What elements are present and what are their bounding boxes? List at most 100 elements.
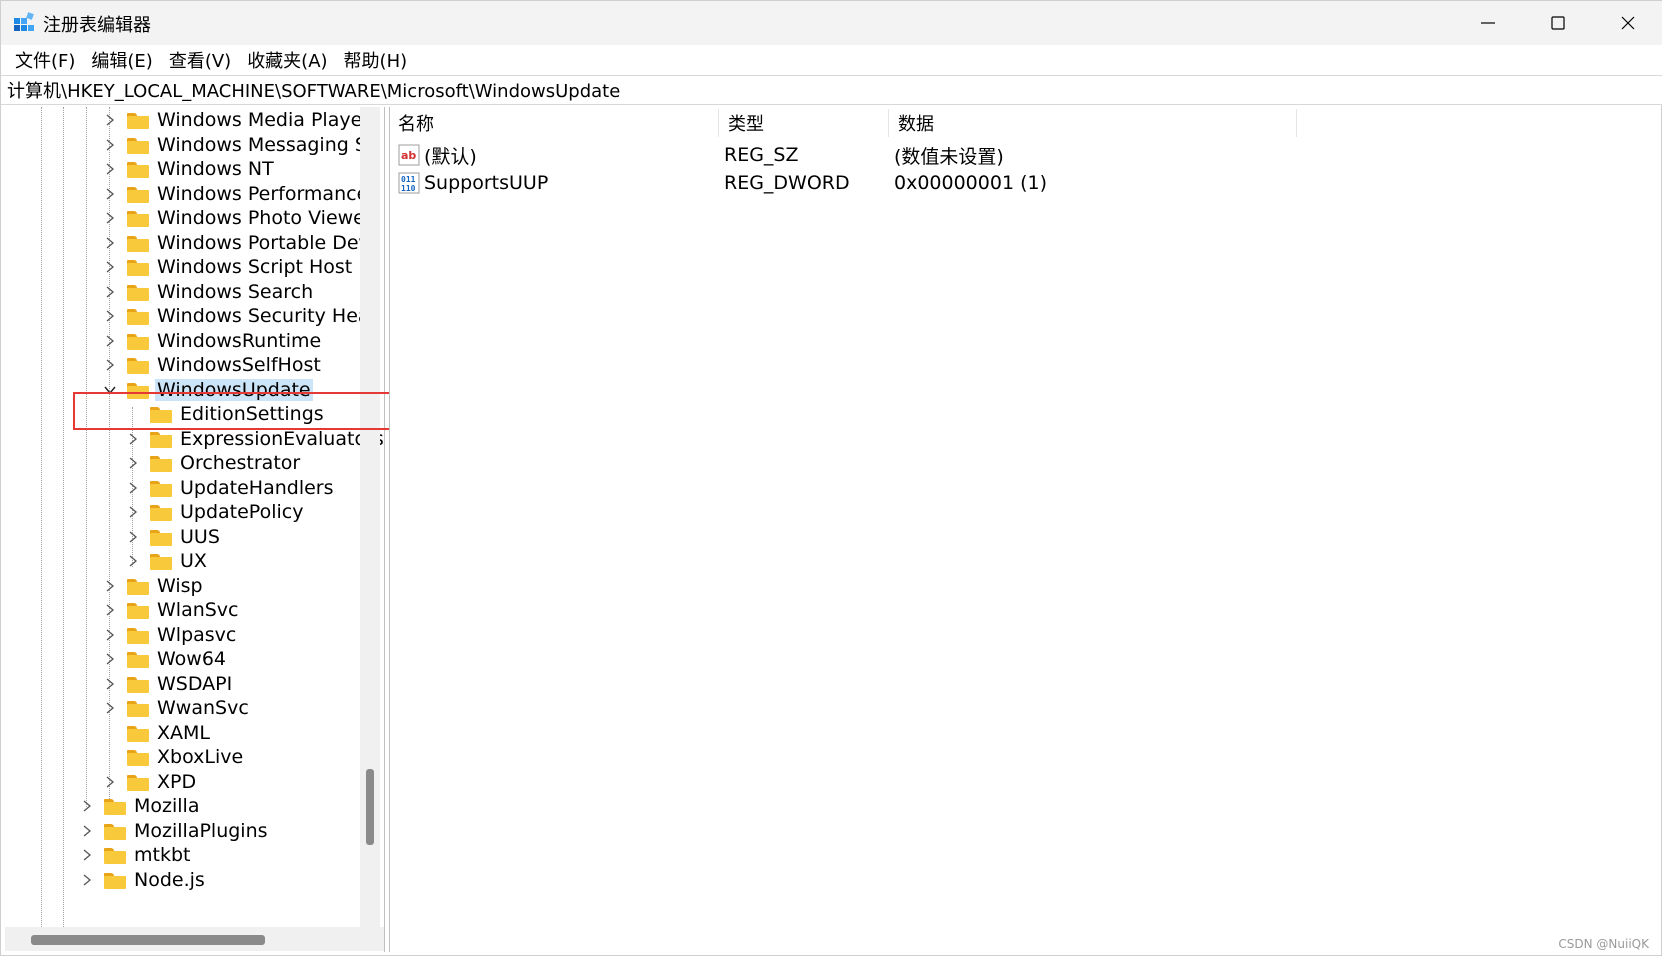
tree-expander[interactable] — [80, 873, 94, 887]
folder-icon — [127, 773, 149, 791]
tree-expander[interactable] — [103, 775, 117, 789]
tree-item[interactable]: Wisp — [103, 573, 205, 599]
chevron-right-icon — [129, 482, 138, 493]
tree-item[interactable]: Windows Security Heal — [103, 303, 377, 329]
column-separator[interactable] — [888, 109, 889, 137]
tree-item[interactable]: mtkbt — [80, 842, 192, 868]
tree-expander[interactable] — [103, 603, 117, 617]
tree-child-item[interactable]: UX — [126, 548, 209, 574]
tree-expander[interactable] — [103, 113, 117, 127]
minimize-button[interactable] — [1453, 1, 1523, 45]
tree-expander[interactable] — [103, 652, 117, 666]
tree-item[interactable]: MozillaPlugins — [80, 818, 270, 844]
tree-item[interactable]: XboxLive — [103, 744, 245, 770]
tree-child-item[interactable]: UpdateHandlers — [126, 475, 336, 501]
folder-icon — [127, 748, 149, 766]
tree-horizontal-scroll-thumb[interactable] — [31, 935, 265, 945]
tree-item[interactable]: Windows Performance — [103, 181, 370, 207]
address-path[interactable]: 计算机\HKEY_LOCAL_MACHINE\SOFTWARE\Microsof… — [7, 77, 620, 103]
tree-expander[interactable] — [80, 799, 94, 813]
column-header-type[interactable]: 类型 — [720, 107, 888, 139]
tree-expander[interactable] — [103, 285, 117, 299]
folder-icon — [127, 136, 149, 154]
tree-expander[interactable] — [103, 628, 117, 642]
tree-expander[interactable] — [103, 358, 117, 372]
tree-item[interactable]: Windows NT — [103, 156, 276, 182]
tree-expander[interactable] — [126, 432, 140, 446]
tree-item[interactable]: Windows Search — [103, 279, 315, 305]
registry-editor-window: 注册表编辑器 文件(F) 编辑(E) 查看(V) 收藏夹(A) 帮助(H) 计算… — [0, 0, 1662, 956]
tree-item[interactable]: Wlpasvc — [103, 622, 238, 648]
svg-text:ab: ab — [401, 149, 416, 162]
tree-expander[interactable] — [126, 530, 140, 544]
tree-item[interactable]: Windows Portable Devi — [103, 230, 377, 256]
tree-item[interactable]: WSDAPI — [103, 671, 234, 697]
tree-expander[interactable] — [103, 701, 117, 715]
folder-icon — [127, 650, 149, 668]
key-tree-pane[interactable]: Windows Media Player Windows Messaging Su… — [5, 107, 385, 952]
tree-expander[interactable] — [126, 481, 140, 495]
tree-item[interactable]: WlanSvc — [103, 597, 241, 623]
menu-favorites[interactable]: 收藏夹(A) — [241, 47, 337, 73]
tree-item[interactable]: Node.js — [80, 867, 207, 893]
tree-expander[interactable] — [103, 236, 117, 250]
tree-vertical-scroll-thumb[interactable] — [366, 769, 374, 845]
tree-item-label: WindowsSelfHost — [157, 354, 321, 376]
value-data: 0x00000001 (1) — [894, 172, 1047, 194]
tree-item[interactable]: Windows Photo Viewer — [103, 205, 375, 231]
tree-expander[interactable] — [80, 848, 94, 862]
column-header-data[interactable]: 数据 — [890, 107, 1296, 139]
close-button[interactable] — [1593, 1, 1662, 45]
tree-expander[interactable] — [103, 309, 117, 323]
tree-item[interactable]: WindowsSelfHost — [103, 352, 323, 378]
folder-icon — [127, 160, 149, 178]
tree-item-label: Wlpasvc — [157, 623, 237, 646]
tree-item[interactable]: XAML — [103, 720, 212, 746]
tree-child-item[interactable]: UpdatePolicy — [126, 499, 305, 525]
values-pane[interactable]: 名称 类型 数据 ab (默认) REG_SZ (数值未设置) 011 110 … — [389, 107, 1659, 952]
tree-expander[interactable] — [103, 187, 117, 201]
tree-expander[interactable] — [126, 554, 140, 568]
tree-item[interactable]: Windows Media Player — [103, 107, 372, 133]
address-bar[interactable]: 计算机\HKEY_LOCAL_MACHINE\SOFTWARE\Microsof… — [1, 75, 1662, 105]
chevron-right-icon — [129, 433, 138, 444]
tree-expander — [103, 726, 117, 740]
tree-item-label: WindowsRuntime — [157, 329, 322, 352]
menu-edit[interactable]: 编辑(E) — [85, 47, 162, 73]
tree-child-item[interactable]: Orchestrator — [126, 450, 302, 476]
tree-expander[interactable] — [103, 677, 117, 691]
tree-expander[interactable] — [103, 211, 117, 225]
tree-expander[interactable] — [80, 824, 94, 838]
column-separator[interactable] — [1296, 109, 1297, 137]
tree-expander[interactable] — [126, 505, 140, 519]
tree-item[interactable]: Windows Messaging Su — [103, 132, 381, 158]
minimize-icon — [1481, 22, 1495, 24]
value-row[interactable]: ab (默认) REG_SZ (数值未设置) — [390, 141, 1390, 169]
value-row[interactable]: 011 110 SupportsUUP REG_DWORD 0x00000001… — [390, 169, 1390, 197]
tree-child-item[interactable]: UUS — [126, 524, 222, 550]
menu-view[interactable]: 查看(V) — [163, 47, 241, 73]
tree-item[interactable]: Wow64 — [103, 646, 228, 672]
chevron-right-icon — [83, 800, 92, 812]
tree-expander[interactable] — [103, 579, 117, 593]
menu-file[interactable]: 文件(F) — [9, 47, 85, 73]
tree-expander[interactable] — [103, 260, 117, 274]
value-data-cell: (数值未设置) — [894, 141, 1004, 169]
menu-help[interactable]: 帮助(H) — [338, 47, 418, 73]
tree-item[interactable]: WindowsRuntime — [103, 328, 323, 354]
maximize-button[interactable] — [1523, 1, 1593, 45]
tree-item[interactable]: Mozilla — [80, 793, 201, 819]
folder-icon — [127, 234, 149, 252]
tree-expander[interactable] — [126, 456, 140, 470]
tree-expander[interactable] — [103, 138, 117, 152]
title-bar[interactable]: 注册表编辑器 — [1, 1, 1662, 45]
tree-item[interactable]: XPD — [103, 769, 198, 795]
annotation-highlight-box — [73, 392, 407, 430]
tree-expander[interactable] — [103, 334, 117, 348]
column-separator[interactable] — [718, 109, 719, 137]
tree-item[interactable]: Windows Script Host — [103, 254, 354, 280]
column-header-name[interactable]: 名称 — [390, 107, 718, 139]
tree-expander[interactable] — [103, 162, 117, 176]
tree-item[interactable]: WwanSvc — [103, 695, 251, 721]
value-type: REG_DWORD — [724, 172, 850, 194]
